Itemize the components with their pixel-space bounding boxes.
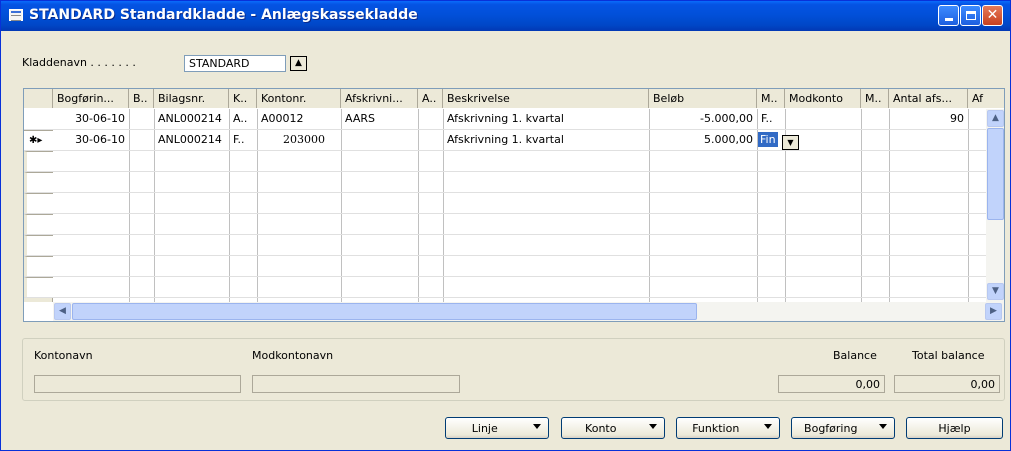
table-header: Bogførin... B.. Bilagsnr. K.. Kontonr. A… — [24, 89, 1004, 108]
table-row[interactable] — [24, 256, 1004, 277]
table-row[interactable] — [24, 193, 1004, 214]
journal-lines-table: Bogførin... B.. Bilagsnr. K.. Kontonr. A… — [23, 88, 1005, 322]
vertical-scroll-thumb[interactable] — [987, 128, 1004, 220]
col-af[interactable]: Af — [968, 89, 1004, 108]
table-row[interactable] — [24, 235, 1004, 256]
maximize-button[interactable] — [960, 5, 981, 26]
cell-a[interactable] — [418, 109, 443, 130]
cell-depreciation[interactable] — [341, 130, 418, 151]
chevron-down-icon — [879, 424, 887, 429]
cell-m[interactable]: F.. — [757, 109, 785, 130]
cell-account-no[interactable]: A00012 — [257, 109, 341, 130]
line-menu-button[interactable]: Linje — [445, 417, 549, 439]
cell-depreciation[interactable]: AARS — [341, 109, 418, 130]
total-balance-label: Total balance — [912, 349, 985, 362]
table-row[interactable] — [24, 214, 1004, 235]
balance-label: Balance — [833, 349, 877, 362]
journal-window-icon — [9, 9, 23, 21]
cell-amount[interactable]: -5.000,00 — [649, 109, 757, 130]
col-depreciation[interactable]: Afskrivni... — [341, 89, 418, 108]
function-menu-button[interactable]: Funktion — [676, 417, 780, 439]
table-row[interactable]: 30-06-10 ANL000214 A.. A00012 AARS Afskr… — [24, 109, 1004, 130]
cell-count[interactable] — [889, 130, 968, 151]
bal-account-name-label: Modkontonavn — [252, 349, 334, 362]
scroll-right-icon[interactable]: ▶ — [985, 303, 1002, 320]
account-name-label: Kontonavn — [34, 349, 93, 362]
scroll-down-icon[interactable]: ▼ — [987, 283, 1004, 300]
chevron-down-icon[interactable]: ▼ — [782, 135, 799, 150]
minimize-button[interactable] — [938, 5, 959, 26]
journal-name-field[interactable]: STANDARD — [184, 55, 286, 72]
chevron-down-icon — [649, 424, 657, 429]
balance-value: 0,00 — [778, 375, 885, 393]
col-doc-no[interactable]: Bilagsnr. — [154, 89, 229, 108]
col-count[interactable]: Antal afs... — [889, 89, 968, 108]
total-balance-value: 0,00 — [894, 375, 1000, 393]
cell-amount[interactable]: 5.000,00 — [649, 130, 757, 151]
cell-m-selected[interactable]: Fin — [757, 130, 785, 151]
row-selector-header — [24, 89, 53, 108]
cell-doc-no[interactable]: ANL000214 — [154, 130, 229, 151]
scroll-up-icon[interactable]: ▲ — [987, 110, 1004, 127]
help-button[interactable]: Hjælp — [906, 417, 1003, 439]
col-amount[interactable]: Beløb — [649, 89, 757, 108]
cell-account-type[interactable]: A.. — [229, 109, 257, 130]
col-account-type[interactable]: K.. — [229, 89, 257, 108]
cell-doc-no[interactable]: ANL000214 — [154, 109, 229, 130]
col-m2[interactable]: M.. — [861, 89, 889, 108]
bal-account-name-field — [252, 375, 460, 393]
col-bal-account[interactable]: Modkonto — [785, 89, 861, 108]
journal-window: STANDARD Standardkladde - Anlægskassekla… — [0, 0, 1011, 451]
chevron-down-icon — [764, 424, 772, 429]
table-row[interactable] — [24, 172, 1004, 193]
col-doc-type[interactable]: B.. — [129, 89, 154, 108]
col-account-no[interactable]: Kontonr. — [257, 89, 341, 108]
cell-description[interactable]: Afskrivning 1. kvartal — [443, 109, 649, 130]
cell-posting-date[interactable]: 30-06-10 — [53, 130, 129, 151]
cell-doc-type[interactable] — [129, 109, 154, 130]
horizontal-scrollbar[interactable]: ◀ ▶ — [53, 302, 1004, 321]
cell-description[interactable]: Afskrivning 1. kvartal — [443, 130, 649, 151]
col-a[interactable]: A.. — [418, 89, 443, 108]
horizontal-scroll-thumb[interactable] — [72, 303, 697, 320]
journal-name-label: Kladdenavn . . . . . . . — [22, 56, 136, 69]
close-button[interactable]: ✕ — [982, 5, 1003, 26]
function-button-label: Funktion — [692, 422, 740, 435]
cell-bal-account[interactable] — [785, 109, 861, 130]
vertical-scrollbar[interactable]: ▲ ▼ — [986, 109, 1004, 302]
account-menu-button[interactable]: Konto — [561, 417, 665, 439]
posting-button-label: Bogføring — [804, 422, 858, 435]
table-row[interactable] — [24, 277, 1004, 298]
posting-menu-button[interactable]: Bogføring — [791, 417, 895, 439]
cell-account-type[interactable]: F.. — [229, 130, 257, 151]
help-button-label: Hjælp — [938, 422, 971, 435]
cell-m2[interactable] — [861, 130, 889, 151]
cell-count[interactable]: 90 — [889, 109, 968, 130]
lookup-arrow-icon[interactable]: ▲ — [290, 56, 307, 71]
cell-posting-date[interactable]: 30-06-10 — [53, 109, 129, 130]
col-description[interactable]: Beskrivelse — [443, 89, 649, 108]
line-button-label: Linje — [471, 422, 498, 435]
window-title: STANDARD Standardkladde - Anlægskassekla… — [29, 7, 418, 23]
cell-account-no[interactable]: 203000 — [257, 130, 341, 151]
table-row[interactable] — [24, 151, 1004, 172]
table-row[interactable]: 30-06-10 ANL000214 F.. 203000 Afskrivnin… — [24, 130, 1004, 151]
account-name-field — [34, 375, 241, 393]
cell-doc-type[interactable] — [129, 130, 154, 151]
col-posting-date[interactable]: Bogførin... — [53, 89, 129, 108]
cell-m2[interactable] — [861, 109, 889, 130]
col-m[interactable]: M.. — [757, 89, 785, 108]
title-bar[interactable]: STANDARD Standardkladde - Anlægskassekla… — [1, 1, 1010, 31]
info-panel: Kontonavn Modkontonavn Balance 0,00 Tota… — [22, 338, 1005, 401]
scroll-left-icon[interactable]: ◀ — [54, 303, 71, 320]
chevron-down-icon — [533, 424, 541, 429]
selected-cell-value[interactable]: Fin — [758, 132, 778, 147]
account-button-label: Konto — [585, 422, 617, 435]
cell-a[interactable] — [418, 130, 443, 151]
